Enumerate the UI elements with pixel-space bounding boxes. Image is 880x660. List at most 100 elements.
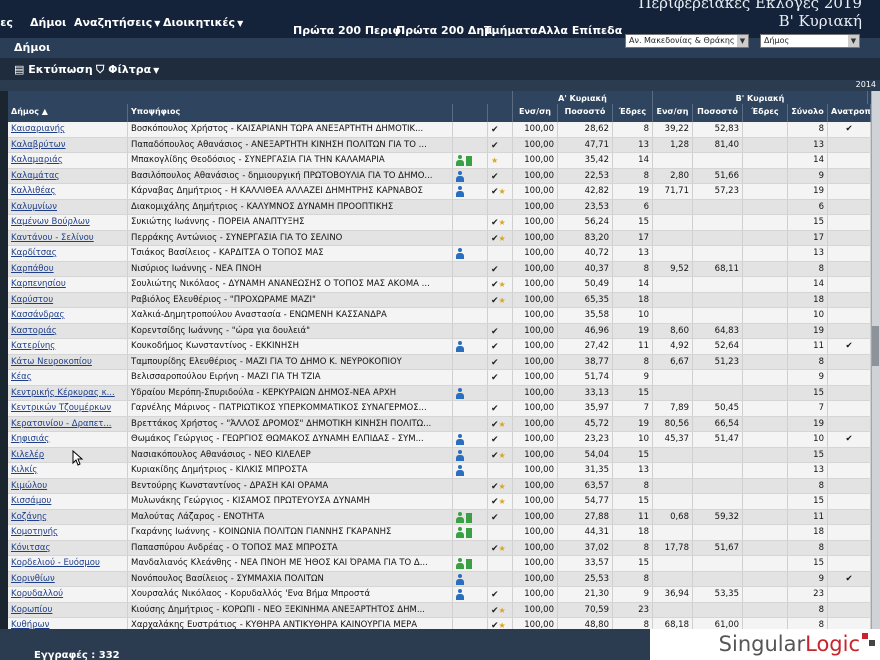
cell-muni[interactable]: Καλυμνίων (8, 199, 128, 214)
cell-a2: 83,20 (558, 230, 613, 245)
column-header-a-percent[interactable]: Ποσοστό (558, 104, 613, 122)
cell-muni[interactable]: Κυθήρων (8, 618, 128, 629)
table-row[interactable]: Καστοριάς Κορεντσίδης Ιωάννης - "ώρα για … (8, 323, 880, 339)
cell-muni[interactable]: Καρδίτσας (8, 246, 128, 261)
table-row[interactable]: Κοζάνης Μαλούτας Λάζαρος - ΕΝΟΤΗΤΑ ✔ 100,00… (8, 509, 880, 525)
cell-muni[interactable]: Κόνιτσας (8, 540, 128, 555)
column-header-b-total[interactable]: Σύνολο (788, 104, 828, 122)
cell-muni[interactable]: Κεντρικής Κέρκυρας κ... (8, 385, 128, 400)
column-header-candidate[interactable]: Υποψήφιος (128, 104, 453, 122)
cell-muni[interactable]: Κορωπίου (8, 602, 128, 617)
cell-muni[interactable]: Κορυδαλλού (8, 587, 128, 602)
table-row[interactable]: Κορινθίων Νονόπουλος Βασίλειος - ΣΥΜΜΑΧΙΑ… (8, 571, 880, 587)
column-header-b-counted[interactable]: Ενσ/ση (653, 104, 693, 122)
cell-muni[interactable]: Κισσάμου (8, 494, 128, 509)
table-row[interactable]: Καρδίτσας Τσιάκος Βασίλειος - ΚΑΡΔΙΤΣΑ Ο … (8, 246, 880, 262)
cell-b2 (693, 308, 743, 323)
table-row[interactable]: Καισαριανής Βοσκόπουλος Χρήστος - ΚΑΙΣΑΡΙ… (8, 122, 880, 138)
table-row[interactable]: Καλυμνίων Διακομιχάλης Δημήτριος - ΚΑΛΥΜΝ… (8, 199, 880, 215)
column-header-a-seats[interactable]: Έδρες (613, 104, 653, 122)
cell-a3: 9 (613, 370, 653, 385)
link-top200-regions[interactable]: Πρώτα 200 Περιφ. (293, 24, 405, 37)
table-row[interactable]: Κεντρικής Κέρκυρας κ... Υδραίου Μερόπη-Σπ… (8, 385, 880, 401)
table-row[interactable]: Κατερίνης Κουκοδήμος Κωνσταντίνος - ΕΚΚΙΝ… (8, 339, 880, 355)
table-row[interactable]: Κισσάμου Μυλωνάκης Γεώργιος - ΚΙΣΑΜΟΣ ΠΡΩ… (8, 494, 880, 510)
menu-partial-item[interactable]: ίες (0, 16, 13, 29)
column-header-municipality[interactable]: Δήμος ▲ (8, 104, 128, 122)
table-row[interactable]: Καλαμαριάς Μπακογλίδης Θεοδόσιος - ΣΥΝΕΡΓ… (8, 153, 880, 169)
table-row[interactable]: Καλαμάτας Βασιλόπουλος Αθανάσιος - δημιου… (8, 168, 880, 184)
cell-muni[interactable]: Κέας (8, 370, 128, 385)
cell-muni[interactable]: Καλαβρύτων (8, 137, 128, 152)
table-row[interactable]: Κομοτηνής Γκαράνης Ιωάννης - ΚΟΙΝΩΝΙΑ ΠΟΛ… (8, 525, 880, 541)
cell-muni[interactable]: Κηφισιάς (8, 432, 128, 447)
cell-muni[interactable]: Καλλιθέας (8, 184, 128, 199)
filters-button[interactable]: ⛉ Φίλτρα ▼ (96, 63, 159, 77)
cell-muni[interactable]: Κάτω Νευροκοπίου (8, 354, 128, 369)
cell-muni[interactable]: Κατερίνης (8, 339, 128, 354)
link-top200-municipalities[interactable]: Πρώτα 200 Δημ. (396, 24, 496, 37)
table-row[interactable]: Καλαβρύτων Παπαδόπουλος Αθανάσιος - ΑΝΕΞΑ… (8, 137, 880, 153)
cell-muni[interactable]: Καλαμαριάς (8, 153, 128, 168)
cell-b2 (693, 370, 743, 385)
cell-muni[interactable]: Κιλελέρ (8, 447, 128, 462)
cell-muni[interactable]: Κορινθίων (8, 571, 128, 586)
table-row[interactable]: Κερατσινίου - Δραπετ... Βρεττάκος Χρήστος… (8, 416, 880, 432)
cell-b2: 51,23 (693, 354, 743, 369)
column-header-b-seats[interactable]: Έδρες (743, 104, 788, 122)
cell-muni[interactable]: Καμένων Βούρλων (8, 215, 128, 230)
table-row[interactable]: Κορδελιού - Ευόσμου Μανδαλιανός Κλεάνθης … (8, 556, 880, 572)
table-row[interactable]: Κιλκίς Κυριακίδης Δημήτριος - ΚΙΛΚΙΣ ΜΠΡΟ… (8, 463, 880, 479)
link-other-levels[interactable]: Αλλα Επίπεδα (538, 24, 622, 37)
cell-b2: 64,83 (693, 323, 743, 338)
print-button[interactable]: ▤ Εκτύπωση (14, 63, 93, 76)
cell-muni[interactable]: Κερατσινίου - Δραπετ... (8, 416, 128, 431)
link-departments[interactable]: Τμήματα (484, 24, 538, 37)
check-icon: ✔ (491, 264, 499, 275)
table-row[interactable]: Καλλιθέας Κάρναβας Δημήτριος - Η ΚΑΛΛΙΘΕΑ… (8, 184, 880, 200)
table-row[interactable]: Κάτω Νευροκοπίου Ταμπουρίδης Ελευθέριος -… (8, 354, 880, 370)
cell-status: ✔ (488, 587, 513, 602)
cell-muni[interactable]: Κιλκίς (8, 463, 128, 478)
cell-muni[interactable]: Κομοτηνής (8, 525, 128, 540)
column-header-b-rerun[interactable]: Ανατροπή (828, 104, 871, 122)
level-select[interactable]: Δήμος ▼ (760, 34, 860, 48)
cell-muni[interactable]: Κεντρικών Τζουμέρκων (8, 401, 128, 416)
cell-muni[interactable]: Καλαμάτας (8, 168, 128, 183)
table-row[interactable]: Καρπενησίου Σουλιώτης Νικόλαος - ΔΥΝΑΜΗ Α… (8, 277, 880, 293)
cell-muni[interactable]: Καντάνου - Σελίνου (8, 230, 128, 245)
menu-municipalities[interactable]: Δήμοι (30, 16, 66, 29)
table-row[interactable]: Κιλελέρ Νασιακόπουλος Αθανάσιος - ΝΕΟ ΚΙΛ… (8, 447, 880, 463)
menu-administrative[interactable]: Διοικητικές ▼ (163, 16, 243, 29)
cell-muni[interactable]: Καστοριάς (8, 323, 128, 338)
table-row[interactable]: Κασσάνδρας Χαλκιά-Δημητροπούλου Αναστασία… (8, 308, 880, 324)
region-select[interactable]: Αν. Μακεδονίας & Θράκης ▼ (625, 34, 749, 48)
cell-muni[interactable]: Καρπάθου (8, 261, 128, 276)
column-header-a-counted[interactable]: Ενσ/ση (513, 104, 558, 122)
table-row[interactable]: Κόνιτσας Παπασπύρου Ανδρέας - Ο ΤΟΠΟΣ ΜΑΣ… (8, 540, 880, 556)
cell-muni[interactable]: Κιμώλου (8, 478, 128, 493)
cell-muni[interactable]: Καρύστου (8, 292, 128, 307)
cell-muni[interactable]: Καρπενησίου (8, 277, 128, 292)
menu-searches[interactable]: Αναζητήσεις ▼ (74, 16, 160, 29)
cell-b4: 8 (788, 602, 828, 617)
table-row[interactable]: Κιμώλου Βεντούρης Κωνσταντίνος - ΔΡΑΣΗ ΚΑ… (8, 478, 880, 494)
table-row[interactable]: Καμένων Βούρλων Συκιώτης Ιωάννης - ΠΟΡΕΙΑ… (8, 215, 880, 231)
vertical-scrollbar[interactable] (871, 91, 880, 629)
table-row[interactable]: Κεντρικών Τζουμέρκων Γαρνέλης Μάρινος - Π… (8, 401, 880, 417)
table-row[interactable]: Κυθήρων Χαρχαλάκης Ευστράτιος - ΚΥΘΗΡΑ ΑΝ… (8, 618, 880, 629)
cell-muni[interactable]: Κορδελιού - Ευόσμου (8, 556, 128, 571)
table-row[interactable]: Κέας Βελισσαροπούλου Ειρήνη - ΜΑΖΙ ΓΙΑ ΤΗ… (8, 370, 880, 386)
cell-muni[interactable]: Κασσάνδρας (8, 308, 128, 323)
table-row[interactable]: Κορωπίου Κιούσης Δημήτριος - ΚΟΡΩΠΙ - ΝΕΟ… (8, 602, 880, 618)
column-header-b-percent[interactable]: Ποσοστό (693, 104, 743, 122)
table-row[interactable]: Καρπάθου Νισύριος Ιωάννης - ΝΕΑ ΠΝΟΗ ✔ 100,… (8, 261, 880, 277)
cell-a3: 11 (613, 509, 653, 524)
table-row[interactable]: Κορυδαλλού Χουρσαλάς Νικόλαος - Κορυδαλλό… (8, 587, 880, 603)
scrollbar-thumb[interactable] (872, 326, 879, 366)
cell-muni[interactable]: Καισαριανής (8, 122, 128, 137)
table-row[interactable]: Καντάνου - Σελίνου Περράκης Αντώνιος - ΣΥ… (8, 230, 880, 246)
table-row[interactable]: Κηφισιάς Θωμάκος Γεώργιος - ΓΕΩΡΓΙΟΣ ΘΩΜΑ… (8, 432, 880, 448)
cell-muni[interactable]: Κοζάνης (8, 509, 128, 524)
table-row[interactable]: Καρύστου Ραβιόλος Ελευθέριος - "ΠΡΟΧΩΡΑΜΕ… (8, 292, 880, 308)
